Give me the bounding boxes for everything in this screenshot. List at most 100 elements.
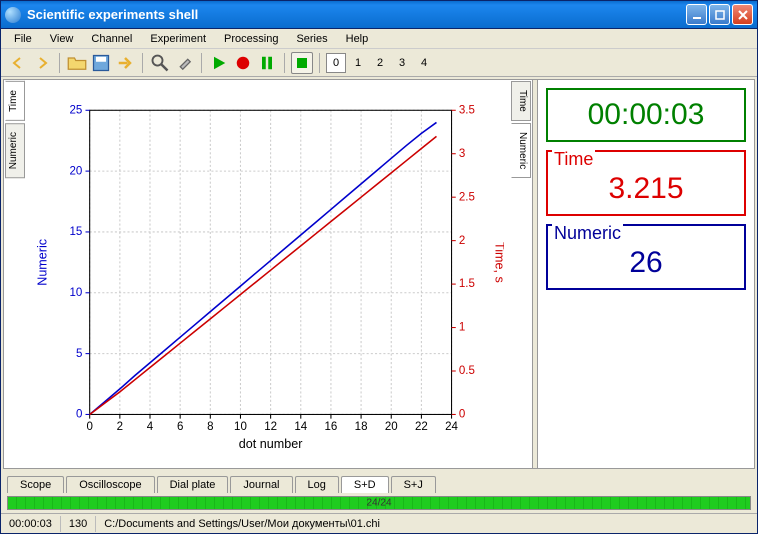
minimize-button[interactable] xyxy=(686,4,707,25)
left-vtabs: Time Numeric xyxy=(4,80,26,468)
maximize-button[interactable] xyxy=(709,4,730,25)
svg-text:18: 18 xyxy=(355,421,368,433)
channel-0[interactable]: 0 xyxy=(326,53,346,73)
window-titlebar: Scientific experiments shell xyxy=(1,1,757,29)
zoom-button[interactable] xyxy=(149,52,171,74)
numeric-value: 26 xyxy=(556,246,736,280)
main-panel: Time Numeric 051015202500.511.522.533.50… xyxy=(3,79,755,469)
vtab-left-numeric[interactable]: Numeric xyxy=(5,123,25,178)
settings-button[interactable] xyxy=(173,52,195,74)
svg-text:0.5: 0.5 xyxy=(459,365,475,377)
record-button[interactable] xyxy=(232,52,254,74)
svg-text:2: 2 xyxy=(459,235,465,247)
close-button[interactable] xyxy=(732,4,753,25)
svg-text:0: 0 xyxy=(459,409,465,421)
open-button[interactable] xyxy=(66,52,88,74)
channel-1[interactable]: 1 xyxy=(348,53,368,73)
clock-value: 00:00:03 xyxy=(556,98,736,132)
svg-text:24: 24 xyxy=(445,421,458,433)
svg-text:10: 10 xyxy=(70,287,83,299)
progress-row: 24/24 xyxy=(1,493,757,513)
vtab-right-time[interactable]: Time xyxy=(511,81,531,121)
svg-text:22: 22 xyxy=(415,421,428,433)
play-button[interactable] xyxy=(208,52,230,74)
tab-sj[interactable]: S+J xyxy=(391,476,436,493)
svg-text:Time, s: Time, s xyxy=(493,242,504,283)
save-button[interactable] xyxy=(90,52,112,74)
svg-text:14: 14 xyxy=(294,421,307,433)
svg-text:15: 15 xyxy=(70,226,83,238)
separator xyxy=(319,53,320,73)
nav-back-button[interactable] xyxy=(7,52,29,74)
window-title: Scientific experiments shell xyxy=(27,7,686,22)
svg-text:8: 8 xyxy=(207,421,213,433)
svg-text:Numeric: Numeric xyxy=(36,239,50,286)
window-controls xyxy=(686,4,753,25)
channel-4[interactable]: 4 xyxy=(414,53,434,73)
menu-view[interactable]: View xyxy=(41,31,83,47)
svg-text:dot number: dot number xyxy=(239,437,303,451)
svg-text:25: 25 xyxy=(70,104,83,116)
pause-button[interactable] xyxy=(256,52,278,74)
tab-oscilloscope[interactable]: Oscilloscope xyxy=(66,476,154,493)
menu-series[interactable]: Series xyxy=(287,31,336,47)
svg-text:3: 3 xyxy=(459,148,465,160)
toolbar: 0 1 2 3 4 xyxy=(1,49,757,77)
menu-file[interactable]: File xyxy=(5,31,41,47)
svg-text:1.5: 1.5 xyxy=(459,278,475,290)
separator xyxy=(284,53,285,73)
right-vtabs: Time Numeric xyxy=(510,80,532,468)
progress-bar: 24/24 xyxy=(7,496,751,510)
bottom-tab-bar: Scope Oscilloscope Dial plate Journal Lo… xyxy=(1,471,757,493)
status-path: C:/Documents and Settings/User/Мои докум… xyxy=(96,516,757,532)
separator xyxy=(59,53,60,73)
svg-text:2.5: 2.5 xyxy=(459,191,475,203)
nav-forward-button[interactable] xyxy=(31,52,53,74)
separator xyxy=(201,53,202,73)
svg-text:0: 0 xyxy=(86,421,92,433)
channel-3[interactable]: 3 xyxy=(392,53,412,73)
tab-log[interactable]: Log xyxy=(295,476,339,493)
svg-text:20: 20 xyxy=(70,165,83,177)
vtab-left-time[interactable]: Time xyxy=(5,81,25,121)
tab-scope[interactable]: Scope xyxy=(7,476,64,493)
svg-text:0: 0 xyxy=(76,409,82,421)
status-count: 130 xyxy=(61,516,96,532)
menu-channel[interactable]: Channel xyxy=(82,31,141,47)
tab-dial-plate[interactable]: Dial plate xyxy=(157,476,229,493)
time-label: Time xyxy=(552,149,595,170)
readout-panel: 00:00:03 Time 3.215 Numeric 26 xyxy=(538,80,754,468)
chart-zone: Time Numeric 051015202500.511.522.533.50… xyxy=(4,80,532,468)
line-chart: 051015202500.511.522.533.502468101214161… xyxy=(32,88,504,464)
status-bar: 00:00:03 130 C:/Documents and Settings/U… xyxy=(1,513,757,533)
svg-text:10: 10 xyxy=(234,421,247,433)
svg-text:2: 2 xyxy=(117,421,123,433)
readout-numeric: Numeric 26 xyxy=(546,224,746,290)
svg-text:4: 4 xyxy=(147,421,154,433)
app-icon xyxy=(5,7,21,23)
svg-text:1: 1 xyxy=(459,322,465,334)
stop-button[interactable] xyxy=(291,52,313,74)
menu-experiment[interactable]: Experiment xyxy=(141,31,215,47)
status-elapsed: 00:00:03 xyxy=(1,516,61,532)
menu-help[interactable]: Help xyxy=(337,31,378,47)
channel-2[interactable]: 2 xyxy=(370,53,390,73)
svg-text:16: 16 xyxy=(325,421,338,433)
tab-journal[interactable]: Journal xyxy=(230,476,292,493)
chart-area: 051015202500.511.522.533.502468101214161… xyxy=(26,80,510,468)
progress-label: 24/24 xyxy=(366,498,391,509)
svg-text:3.5: 3.5 xyxy=(459,104,475,116)
numeric-label: Numeric xyxy=(552,223,623,244)
tab-sd[interactable]: S+D xyxy=(341,476,389,493)
menu-processing[interactable]: Processing xyxy=(215,31,287,47)
svg-text:6: 6 xyxy=(177,421,183,433)
time-value: 3.215 xyxy=(556,172,736,206)
export-button[interactable] xyxy=(114,52,136,74)
menubar: File View Channel Experiment Processing … xyxy=(1,29,757,49)
readout-clock: 00:00:03 xyxy=(546,88,746,142)
vtab-right-numeric[interactable]: Numeric xyxy=(511,123,531,178)
separator xyxy=(142,53,143,73)
readout-time: Time 3.215 xyxy=(546,150,746,216)
svg-text:12: 12 xyxy=(264,421,277,433)
svg-text:20: 20 xyxy=(385,421,398,433)
